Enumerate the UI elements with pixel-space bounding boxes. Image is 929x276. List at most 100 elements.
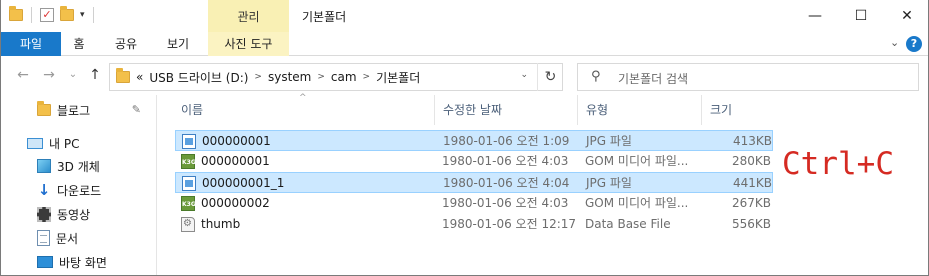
jpg-file-icon bbox=[182, 134, 196, 149]
folder-icon bbox=[116, 68, 130, 83]
breadcrumb-item[interactable]: USB 드라이브 (D:) bbox=[149, 69, 248, 86]
jpg-file-icon bbox=[182, 176, 196, 191]
folder-icon[interactable] bbox=[9, 6, 23, 21]
nav-item-downloads[interactable]: ↓ 다운로드 bbox=[1, 179, 151, 201]
file-row[interactable]: K3G 000000001 1980-01-06 오전 4:03 GOM 미디어… bbox=[175, 151, 773, 172]
file-row[interactable]: 000000001 1980-01-06 오전 1:09 JPG 파일 413K… bbox=[175, 130, 773, 151]
3d-objects-icon bbox=[37, 159, 51, 173]
column-header-size[interactable]: 크기 bbox=[702, 95, 774, 125]
column-headers: ^ 이름 수정한 날짜 유형 크기 bbox=[157, 93, 777, 125]
window-title: 기본폴더 bbox=[302, 10, 347, 24]
quick-access-toolbar: ✓ ▾ bbox=[9, 6, 96, 23]
forward-button[interactable]: → bbox=[39, 65, 59, 85]
breadcrumb-item[interactable]: 기본폴더 bbox=[376, 69, 420, 86]
breadcrumb-item[interactable]: system bbox=[268, 70, 311, 84]
ribbon-expand-icon[interactable]: ⌄ bbox=[890, 36, 899, 49]
file-date: 1980-01-06 오전 4:03 bbox=[442, 196, 569, 210]
column-header-name[interactable]: 이름 bbox=[173, 95, 435, 125]
file-name: 000000001 bbox=[202, 134, 271, 148]
context-group-label: 관리 bbox=[208, 0, 289, 32]
refresh-button[interactable]: ↻ bbox=[537, 63, 563, 91]
file-date: 1980-01-06 오전 1:09 bbox=[443, 134, 570, 148]
file-name: thumb bbox=[201, 217, 241, 231]
file-list: ^ 이름 수정한 날짜 유형 크기 000000001 1980-01-06 오… bbox=[157, 93, 928, 275]
folder-icon bbox=[37, 101, 51, 116]
file-date: 1980-01-06 오전 4:04 bbox=[443, 176, 570, 190]
breadcrumb-chevron-icon[interactable]: > bbox=[317, 72, 325, 82]
qat-divider bbox=[92, 7, 94, 23]
breadcrumb-overflow[interactable]: « bbox=[136, 70, 143, 84]
new-folder-icon[interactable] bbox=[60, 6, 74, 21]
file-date: 1980-01-06 오전 12:17 bbox=[442, 217, 577, 231]
tab-share[interactable]: 공유 bbox=[109, 32, 143, 56]
gom-file-icon: K3G bbox=[181, 154, 196, 169]
file-size: 280KB bbox=[731, 154, 771, 168]
tab-home[interactable]: 홈 bbox=[67, 32, 91, 56]
column-header-type[interactable]: 유형 bbox=[578, 95, 702, 125]
qat-dropdown-icon[interactable]: ▾ bbox=[80, 10, 85, 20]
properties-check-icon[interactable]: ✓ bbox=[40, 8, 54, 22]
desktop-icon bbox=[37, 256, 53, 268]
file-name: 000000001 bbox=[201, 154, 270, 168]
nav-item-label: 내 PC bbox=[49, 136, 80, 151]
file-row[interactable]: 000000001_1 1980-01-06 오전 4:04 JPG 파일 44… bbox=[175, 172, 773, 193]
close-button[interactable]: ✕ bbox=[884, 0, 928, 32]
explorer-window: ✓ ▾ 관리 기본폴더 — ☐ ✕ 파일 홈 공유 보기 사진 도구 ⌄ ? ←… bbox=[0, 0, 929, 276]
address-dropdown-icon[interactable]: ⌄ bbox=[520, 70, 528, 80]
file-row[interactable]: thumb 1980-01-06 오전 12:17 Data Base File… bbox=[175, 214, 773, 235]
maximize-button[interactable]: ☐ bbox=[838, 0, 884, 32]
file-name: 000000001_1 bbox=[202, 176, 285, 190]
search-placeholder: 기본폴더 검색 bbox=[618, 72, 689, 86]
document-icon bbox=[37, 230, 50, 246]
nav-item-documents[interactable]: 문서 bbox=[1, 227, 151, 249]
nav-item-this-pc[interactable]: 내 PC bbox=[1, 132, 151, 154]
nav-item-label: 다운로드 bbox=[57, 183, 102, 198]
pin-icon[interactable]: ✎ bbox=[132, 103, 141, 116]
address-bar[interactable]: « USB 드라이브 (D:) > system > cam > 기본폴더 ⌄ bbox=[109, 63, 563, 91]
nav-item-blog[interactable]: 블로그 ✎ bbox=[1, 99, 151, 121]
nav-item-label: 문서 bbox=[56, 231, 79, 246]
file-name: 000000002 bbox=[201, 196, 270, 210]
search-input[interactable]: ⚲ 기본폴더 검색 bbox=[577, 63, 919, 91]
title-bar: ✓ ▾ 관리 기본폴더 — ☐ ✕ bbox=[1, 0, 928, 32]
up-button[interactable]: ↑ bbox=[85, 65, 105, 85]
video-icon bbox=[37, 206, 51, 222]
file-type: GOM 미디어 파일... bbox=[585, 196, 689, 210]
database-file-icon bbox=[181, 217, 195, 232]
qat-divider bbox=[31, 7, 32, 23]
navigation-pane: 블로그 ✎ 내 PC 3D 개체 ↓ 다운로드 동영상 문서 바탕 화면 bbox=[1, 95, 151, 275]
search-icon: ⚲ bbox=[591, 69, 601, 84]
breadcrumb-chevron-icon[interactable]: > bbox=[254, 72, 262, 82]
file-date: 1980-01-06 오전 4:03 bbox=[442, 154, 569, 168]
download-icon: ↓ bbox=[37, 181, 51, 199]
nav-item-label: 3D 개체 bbox=[57, 159, 100, 174]
column-header-date[interactable]: 수정한 날짜 bbox=[435, 95, 578, 125]
nav-item-videos[interactable]: 동영상 bbox=[1, 203, 151, 225]
navigation-bar: ← → ⌄ ↑ « USB 드라이브 (D:) > system > cam >… bbox=[1, 57, 928, 95]
nav-item-label: 바탕 화면 bbox=[59, 255, 107, 270]
recent-locations-icon[interactable]: ⌄ bbox=[63, 65, 83, 85]
nav-item-desktop[interactable]: 바탕 화면 bbox=[1, 251, 151, 273]
nav-item-label: 블로그 bbox=[57, 103, 91, 118]
file-size: 267KB bbox=[731, 196, 771, 210]
file-type: JPG 파일 bbox=[586, 134, 632, 148]
back-button[interactable]: ← bbox=[13, 65, 33, 85]
pc-icon bbox=[27, 137, 43, 149]
file-type: GOM 미디어 파일... bbox=[585, 154, 689, 168]
ctrl-c-annotation: Ctrl+C bbox=[782, 146, 894, 182]
tab-picture-tools[interactable]: 사진 도구 bbox=[208, 32, 289, 56]
file-type: JPG 파일 bbox=[586, 176, 632, 190]
breadcrumb-chevron-icon[interactable]: > bbox=[363, 72, 371, 82]
file-row[interactable]: K3G 000000002 1980-01-06 오전 4:03 GOM 미디어… bbox=[175, 193, 773, 214]
breadcrumb-item[interactable]: cam bbox=[331, 70, 357, 84]
help-icon[interactable]: ? bbox=[906, 36, 922, 52]
file-size: 556KB bbox=[731, 217, 771, 231]
tab-view[interactable]: 보기 bbox=[161, 32, 195, 56]
nav-item-3d-objects[interactable]: 3D 개체 bbox=[1, 155, 151, 177]
ribbon-tabs: 파일 홈 공유 보기 사진 도구 ⌄ ? bbox=[1, 32, 928, 56]
minimize-button[interactable]: — bbox=[792, 0, 838, 32]
file-size: 413KB bbox=[732, 134, 772, 148]
nav-item-label: 동영상 bbox=[57, 207, 91, 222]
file-size: 441KB bbox=[732, 176, 772, 190]
tab-file[interactable]: 파일 bbox=[1, 32, 61, 56]
